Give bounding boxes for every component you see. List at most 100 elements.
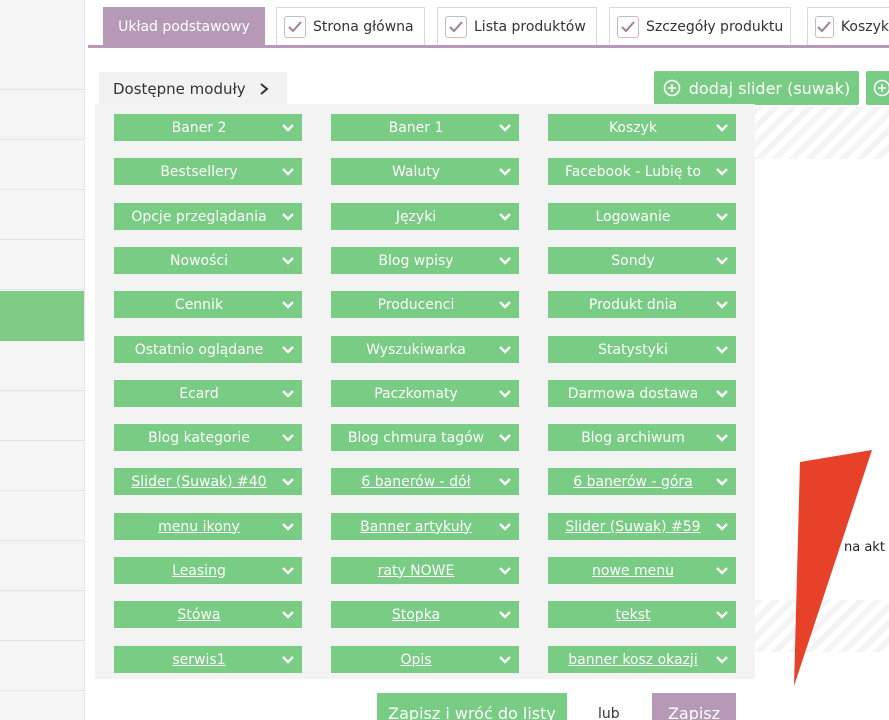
module-item[interactable]: banner kosz okazji <box>548 646 736 673</box>
chevron-down-icon[interactable] <box>491 433 519 443</box>
chevron-down-icon[interactable] <box>708 300 736 310</box>
sidebar-item[interactable] <box>0 391 84 441</box>
module-item[interactable]: Koszyk <box>548 114 736 141</box>
chevron-down-icon[interactable] <box>708 522 736 532</box>
module-item[interactable]: Blog chmura tagów <box>331 424 519 451</box>
sidebar-item[interactable] <box>0 641 84 691</box>
chevron-down-icon[interactable] <box>491 566 519 576</box>
save-and-return-button[interactable]: Zapisz i wróć do listy <box>377 693 567 720</box>
chevron-down-icon[interactable] <box>491 300 519 310</box>
chevron-down-icon[interactable] <box>274 300 302 310</box>
chevron-down-icon[interactable] <box>274 123 302 133</box>
chevron-down-icon[interactable] <box>708 566 736 576</box>
chevron-down-icon[interactable] <box>708 123 736 133</box>
chevron-down-icon[interactable] <box>491 256 519 266</box>
check-icon[interactable] <box>284 15 306 38</box>
sidebar-item[interactable] <box>0 541 84 591</box>
module-item[interactable]: Bestsellery <box>114 158 302 185</box>
module-item[interactable]: Stopka <box>331 601 519 628</box>
module-item[interactable]: Produkt dnia <box>548 291 736 318</box>
module-item[interactable]: serwis1 <box>114 646 302 673</box>
module-item[interactable]: Banner artykuły <box>331 513 519 540</box>
module-item[interactable]: Statystyki <box>548 336 736 363</box>
module-item[interactable]: Producenci <box>331 291 519 318</box>
chevron-down-icon[interactable] <box>274 167 302 177</box>
module-item[interactable]: menu ikony <box>114 513 302 540</box>
chevron-down-icon[interactable] <box>491 522 519 532</box>
chevron-down-icon[interactable] <box>274 256 302 266</box>
module-item[interactable]: Baner 2 <box>114 114 302 141</box>
check-icon[interactable] <box>815 15 834 38</box>
add-slider-button[interactable]: dodaj slider (suwak) <box>654 71 859 105</box>
chevron-down-icon[interactable] <box>708 433 736 443</box>
module-item[interactable]: Waluty <box>331 158 519 185</box>
module-item[interactable]: nowe menu <box>548 557 736 584</box>
module-item[interactable]: Logowanie <box>548 203 736 230</box>
module-item[interactable]: Darmowa dostawa <box>548 380 736 407</box>
chevron-down-icon[interactable] <box>274 610 302 620</box>
check-icon[interactable] <box>445 15 467 38</box>
module-item[interactable]: 6 banerów - dół <box>331 468 519 495</box>
module-item[interactable]: tekst <box>548 601 736 628</box>
module-item[interactable]: Blog wpisy <box>331 247 519 274</box>
chevron-down-icon[interactable] <box>708 610 736 620</box>
module-item[interactable]: Facebook - Lubię to <box>548 158 736 185</box>
module-item[interactable]: Blog archiwum <box>548 424 736 451</box>
tab-lista-produktow[interactable]: Lista produktów <box>437 7 597 45</box>
sidebar-item[interactable] <box>0 491 84 541</box>
module-item[interactable]: Blog kategorie <box>114 424 302 451</box>
module-item[interactable]: Wyszukiwarka <box>331 336 519 363</box>
sidebar-item[interactable] <box>0 90 84 140</box>
chevron-down-icon[interactable] <box>274 655 302 665</box>
module-item[interactable]: Sondy <box>548 247 736 274</box>
chevron-down-icon[interactable] <box>708 655 736 665</box>
sidebar-item[interactable] <box>0 441 84 491</box>
chevron-down-icon[interactable] <box>491 167 519 177</box>
check-icon[interactable] <box>617 15 639 38</box>
module-item[interactable]: Baner 1 <box>331 114 519 141</box>
module-item[interactable]: Cennik <box>114 291 302 318</box>
tab-szczegoly-produktu[interactable]: Szczegóły produktu <box>609 7 791 45</box>
chevron-down-icon[interactable] <box>491 655 519 665</box>
module-item[interactable]: 6 banerów - góra <box>548 468 736 495</box>
module-item[interactable]: Slider (Suwak) #59 <box>548 513 736 540</box>
chevron-down-icon[interactable] <box>274 212 302 222</box>
add-button-secondary[interactable] <box>866 71 889 105</box>
chevron-down-icon[interactable] <box>708 389 736 399</box>
chevron-down-icon[interactable] <box>491 477 519 487</box>
module-item[interactable]: Opcje przeglądania <box>114 203 302 230</box>
chevron-down-icon[interactable] <box>274 433 302 443</box>
sidebar-item[interactable] <box>0 341 84 391</box>
module-item[interactable]: Stówa <box>114 601 302 628</box>
tab-koszyk[interactable]: Koszyk <box>807 7 889 45</box>
sidebar-item-active[interactable] <box>0 291 84 341</box>
chevron-down-icon[interactable] <box>491 345 519 355</box>
chevron-down-icon[interactable] <box>708 167 736 177</box>
tab-uklad-podstawowy[interactable]: Układ podstawowy <box>103 7 265 45</box>
chevron-down-icon[interactable] <box>274 522 302 532</box>
chevron-down-icon[interactable] <box>708 256 736 266</box>
sidebar-item[interactable] <box>0 591 84 641</box>
module-item[interactable]: Języki <box>331 203 519 230</box>
chevron-down-icon[interactable] <box>274 477 302 487</box>
module-item[interactable]: raty NOWE <box>331 557 519 584</box>
chevron-down-icon[interactable] <box>491 389 519 399</box>
chevron-down-icon[interactable] <box>708 345 736 355</box>
module-item[interactable]: Nowości <box>114 247 302 274</box>
module-item[interactable]: Paczkomaty <box>331 380 519 407</box>
chevron-down-icon[interactable] <box>274 345 302 355</box>
available-modules-header[interactable]: Dostępne moduły <box>99 72 287 105</box>
chevron-down-icon[interactable] <box>491 610 519 620</box>
module-item[interactable]: Ostatnio oglądane <box>114 336 302 363</box>
sidebar-item[interactable] <box>0 140 84 190</box>
chevron-down-icon[interactable] <box>708 212 736 222</box>
module-item[interactable]: Opis <box>331 646 519 673</box>
sidebar-item[interactable] <box>0 240 84 290</box>
chevron-down-icon[interactable] <box>708 477 736 487</box>
module-item[interactable]: Leasing <box>114 557 302 584</box>
module-item[interactable]: Ecard <box>114 380 302 407</box>
save-button[interactable]: Zapisz <box>652 693 736 720</box>
tab-strona-glowna[interactable]: Strona główna <box>276 7 425 45</box>
chevron-down-icon[interactable] <box>274 389 302 399</box>
chevron-down-icon[interactable] <box>491 123 519 133</box>
